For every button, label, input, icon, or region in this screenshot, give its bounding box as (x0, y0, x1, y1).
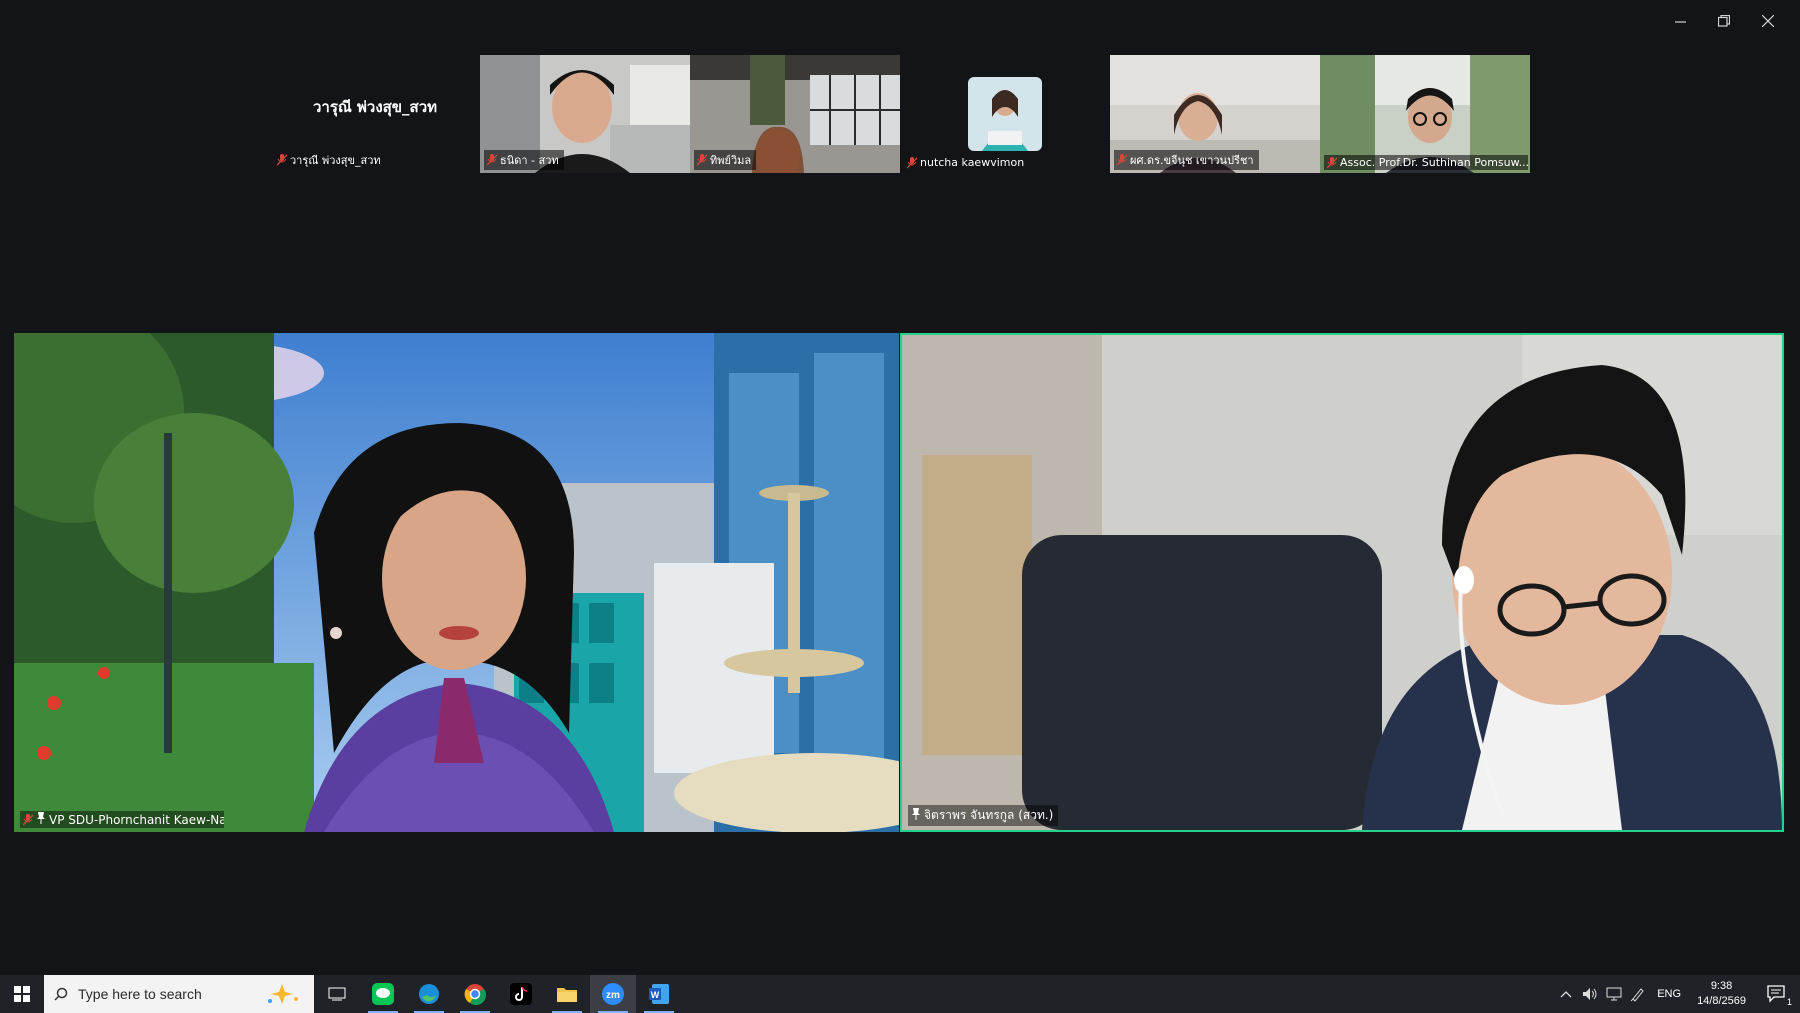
svg-text:zm: zm (606, 990, 620, 1001)
participant-tile[interactable]: วารุณี พ่วงสุข_สวท วารุณี พ่วงสุข_สวท (270, 55, 480, 173)
taskbar: Type here to search zm W ENG 9:38 14/8/2… (0, 975, 1800, 1013)
network-icon[interactable] (1605, 985, 1623, 1003)
muted-mic-icon (1327, 156, 1337, 169)
input-language[interactable]: ENG (1657, 988, 1681, 1000)
participant-label: ธนิดา - สวท (484, 150, 564, 170)
windows-icon (14, 986, 30, 1002)
taskbar-app-word[interactable]: W (636, 975, 682, 1013)
sparkle-icon (268, 984, 298, 1004)
chrome-icon (464, 984, 486, 1005)
participant-tile[interactable]: ผศ.ดร.ขจีนุช เขาวนปรีชา (1110, 55, 1320, 173)
pin-icon (911, 808, 921, 823)
participant-name: Assoc. Prof.Dr. Suthinan Pomsuw... (1340, 156, 1528, 169)
participant-tile[interactable]: Assoc. Prof.Dr. Suthinan Pomsuw... (1320, 55, 1530, 173)
taskbar-search[interactable]: Type here to search (44, 975, 314, 1013)
restore-icon (1718, 15, 1730, 27)
taskbar-app-file-explorer[interactable] (544, 975, 590, 1013)
search-placeholder: Type here to search (78, 986, 202, 1002)
participant-name: ธนิดา - สวท (500, 154, 559, 167)
avatar (968, 77, 1042, 151)
muted-mic-icon (277, 154, 287, 166)
tiktok-icon (510, 983, 532, 1005)
muted-mic-icon (1117, 154, 1127, 166)
participant-label: ทิพย์วิมล (694, 150, 757, 170)
edge-icon (419, 984, 439, 1004)
word-icon: W (649, 984, 669, 1004)
participant-label: วารุณี พ่วงสุข_สวท (274, 150, 386, 170)
system-tray: ENG 9:38 14/8/2569 1 (1557, 975, 1800, 1013)
participant-name: ทิพย์วิมล (710, 154, 752, 167)
notification-button[interactable]: 1 (1760, 975, 1794, 1013)
start-button[interactable] (0, 975, 44, 1013)
taskbar-app-zoom[interactable]: zm (590, 975, 636, 1013)
participant-video (14, 333, 899, 832)
participant-tile[interactable]: ทิพย์วิมล (690, 55, 900, 173)
notification-count: 1 (1786, 997, 1792, 1007)
volume-icon[interactable] (1581, 985, 1599, 1003)
task-view-button[interactable] (314, 975, 360, 1013)
minimize-button[interactable] (1658, 8, 1702, 34)
participant-label: จิตราพร จันทรกูล (สวท.) (908, 805, 1059, 826)
pen-icon[interactable] (1629, 985, 1647, 1003)
muted-mic-icon (23, 813, 33, 826)
participant-label: VP SDU-Phornchanit Kaew-Nate (20, 811, 224, 828)
folder-icon (557, 988, 577, 1002)
clock[interactable]: 9:38 14/8/2569 (1697, 979, 1746, 1009)
taskbar-app-edge[interactable] (406, 975, 452, 1013)
participant-name: วารุณี พ่วงสุข_สวท (290, 154, 381, 167)
participant-tile[interactable]: nutcha kaewvimon (900, 55, 1110, 173)
zoom-icon: zm (602, 983, 624, 1005)
participant-name: จิตราพร จันทรกูล (สวท.) (924, 808, 1054, 822)
task-view-icon (328, 987, 346, 1001)
muted-mic-icon (487, 154, 497, 166)
taskbar-app-chrome[interactable] (452, 975, 498, 1013)
minimize-icon (1674, 20, 1686, 23)
close-button[interactable] (1746, 8, 1790, 34)
svg-text:W: W (651, 990, 660, 1000)
restore-button[interactable] (1702, 8, 1746, 34)
participant-label: Assoc. Prof.Dr. Suthinan Pomsuw... (1324, 155, 1528, 170)
close-icon (1762, 15, 1774, 27)
participant-name: ผศ.ดร.ขจีนุช เขาวนปรีชา (1130, 154, 1254, 167)
participant-video (902, 335, 1782, 830)
participant-tile[interactable]: ธนิดา - สวท (480, 55, 690, 173)
window-controls (1658, 8, 1790, 34)
notification-icon (1767, 985, 1785, 1003)
line-icon (372, 983, 394, 1005)
taskbar-app-tiktok[interactable] (498, 975, 544, 1013)
clock-date: 14/8/2569 (1697, 995, 1746, 1007)
participant-label: ผศ.ดร.ขจีนุช เขาวนปรีชา (1114, 150, 1259, 170)
main-video-tile-active-speaker[interactable]: จิตราพร จันทรกูล (สวท.) (900, 333, 1784, 832)
chevron-up-icon[interactable] (1557, 985, 1575, 1003)
main-video-tile[interactable]: VP SDU-Phornchanit Kaew-Nate (14, 333, 899, 832)
muted-mic-icon (907, 156, 917, 169)
search-icon (54, 987, 68, 1001)
pin-icon (36, 812, 46, 827)
participant-label: nutcha kaewvimon (904, 155, 1029, 170)
clock-time: 9:38 (1710, 980, 1733, 992)
participant-name: VP SDU-Phornchanit Kaew-Nate (49, 812, 224, 827)
muted-mic-icon (697, 154, 707, 166)
participant-name: nutcha kaewvimon (920, 156, 1025, 169)
taskbar-app-line[interactable] (360, 975, 406, 1013)
participant-display-name: วารุณี พ่วงสุข_สวท (312, 98, 438, 116)
